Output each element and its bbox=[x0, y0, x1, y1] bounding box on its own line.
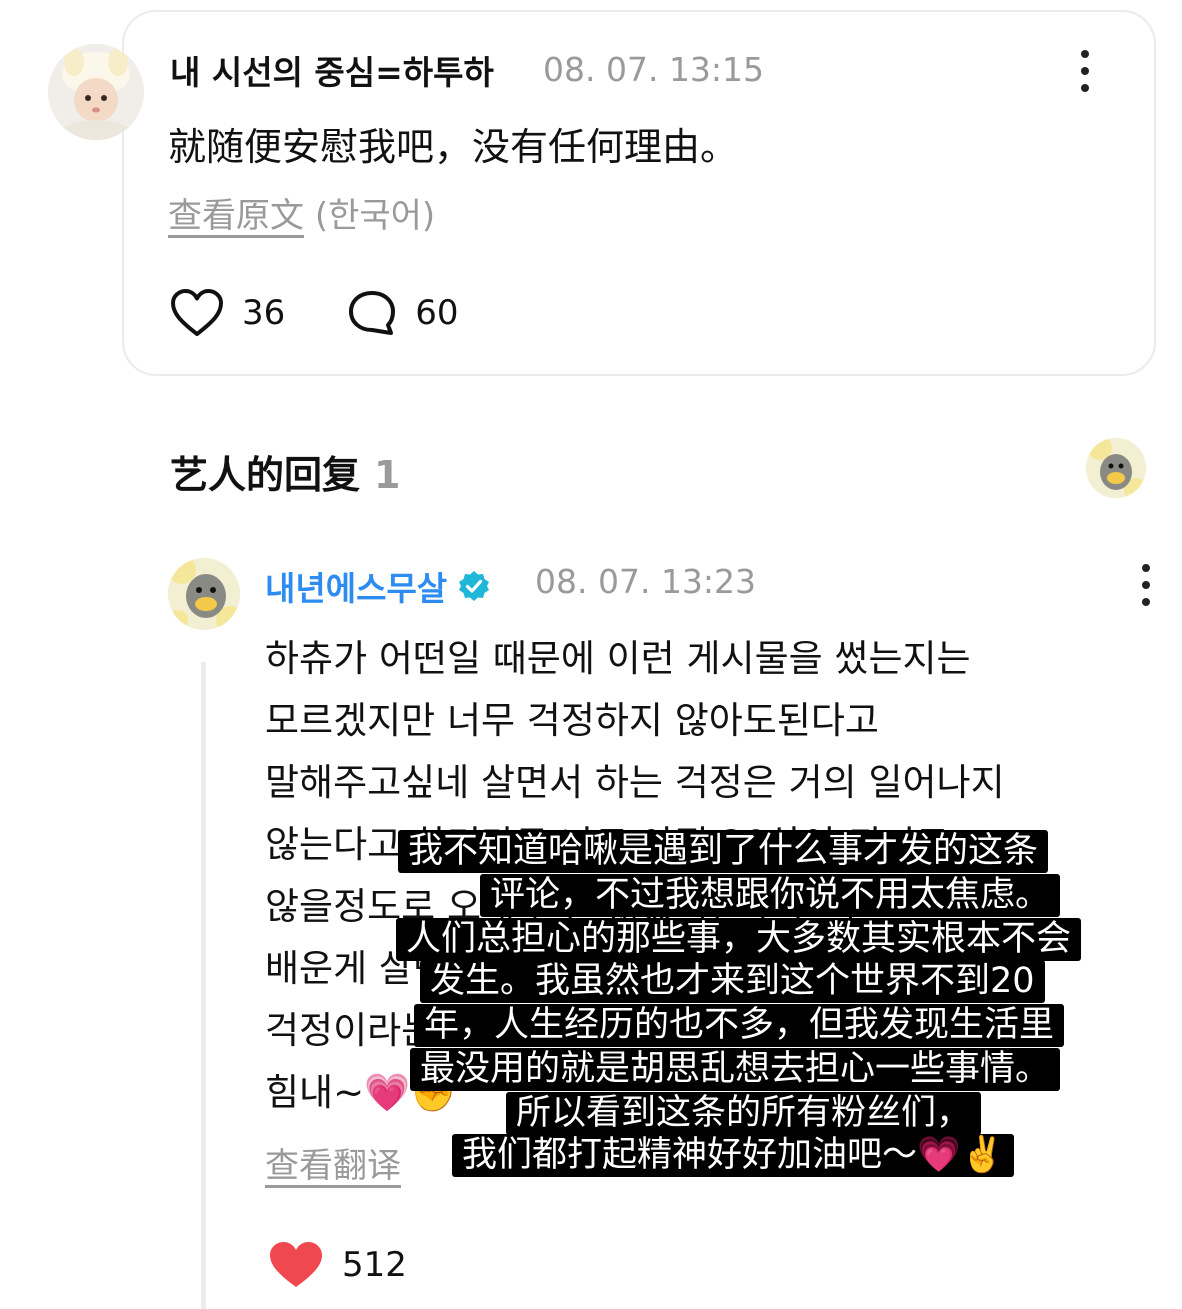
see-translation-link[interactable]: 查看翻译 bbox=[265, 1138, 401, 1187]
post-text: 就随便安慰我吧，没有任何理由。 bbox=[168, 125, 739, 169]
see-original-link[interactable]: 查看原文 bbox=[168, 196, 304, 236]
post-actions: 36 60 bbox=[170, 288, 459, 338]
comment-button[interactable]: 60 bbox=[347, 289, 459, 337]
reply-text-line: 말해주고싶네 살면서 하는 걱정은 거의 일어나지 bbox=[265, 761, 1005, 804]
artist-replies-title: 艺人的回复 bbox=[170, 453, 361, 497]
heart-filled-icon bbox=[270, 1242, 322, 1287]
reply-like-button[interactable]: 512 bbox=[268, 1240, 407, 1290]
heart-outline-icon bbox=[171, 289, 223, 336]
caption-line: 评论，不过我想跟你说不用太焦虑。 bbox=[480, 874, 1061, 917]
artist-avatar-small[interactable] bbox=[1086, 438, 1146, 498]
comment-count: 60 bbox=[415, 293, 459, 333]
like-button[interactable]: 36 bbox=[170, 288, 285, 338]
original-language: (한국어) bbox=[314, 196, 436, 236]
post-author-name[interactable]: 내 시선의 중심=하투하 bbox=[170, 46, 494, 94]
post-more-icon[interactable] bbox=[1070, 46, 1100, 96]
reply-text-line: 모르겠지만 너무 걱정하지 않아도된다고 bbox=[265, 699, 879, 742]
fan-avatar[interactable] bbox=[48, 44, 144, 140]
reply-more-icon[interactable] bbox=[1131, 560, 1161, 610]
caption-line: 我不知道哈啾是遇到了什么事才发的这条 bbox=[398, 830, 1049, 873]
reply-like-count: 512 bbox=[342, 1245, 407, 1285]
reply-author[interactable]: 내년에스무살 bbox=[265, 562, 491, 610]
caption-line: 我们都打起精神好好加油吧～💗✌️ bbox=[452, 1134, 1015, 1177]
caption-line: 所以看到这条的所有粉丝们， bbox=[506, 1092, 982, 1135]
caption-line: 人们总担心的那些事，大多数其实根本不会 bbox=[396, 918, 1082, 961]
like-count: 36 bbox=[242, 293, 286, 333]
artist-replies-count: 1 bbox=[374, 453, 401, 497]
artist-avatar[interactable] bbox=[168, 558, 240, 630]
reply-author-name: 내년에스무살 bbox=[265, 569, 448, 608]
post-timestamp: 08. 07. 13:15 bbox=[543, 50, 765, 89]
artist-replies-heading: 艺人的回复 1 bbox=[170, 444, 400, 499]
thread-line bbox=[201, 662, 206, 1309]
reply-timestamp: 08. 07. 13:23 bbox=[535, 562, 757, 601]
verified-badge-icon bbox=[459, 571, 490, 601]
see-original-row: 查看原文 (한국어) bbox=[168, 188, 435, 237]
caption-line: 最没用的就是胡思乱想去担心一些事情。 bbox=[410, 1048, 1061, 1091]
caption-line: 年，人生经历的也不多，但我发现生活里 bbox=[414, 1004, 1065, 1047]
caption-line: 发生。我虽然也才来到这个世界不到20 bbox=[420, 960, 1045, 1003]
reply-text-line: 하츄가 어떤일 때문에 이런 게시물을 썼는지는 bbox=[265, 637, 971, 680]
speech-bubble-icon bbox=[349, 291, 396, 335]
